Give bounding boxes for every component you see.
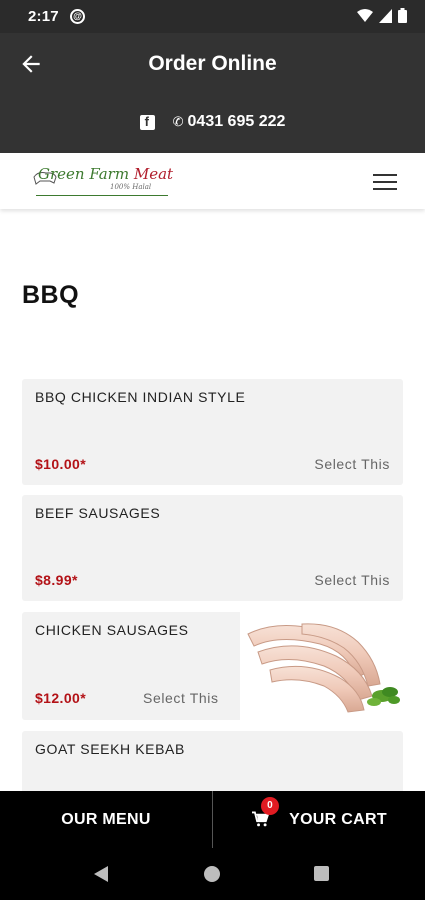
cart-count-badge: 0 [261,796,280,815]
product-name: BBQ CHICKEN INDIAN STYLE [35,389,246,405]
logo-text-green: Green Farm [38,165,134,183]
phone-link[interactable]: ✆ 0431 695 222 [173,113,286,131]
logo-underline [36,195,168,196]
status-icons [357,8,407,23]
sausages-image [240,612,403,720]
site-logo[interactable]: Green Farm Meat 100% Halal [32,163,173,199]
product-card[interactable]: CHICKEN SAUSAGES $12.00* Select This [22,612,403,720]
notification-icon: @ [70,9,85,24]
logo-text: Green Farm Meat [38,165,173,183]
bottom-action-bar: OUR MENU 0 YOUR CART [0,791,425,848]
logo-tagline: 100% Halal [110,183,152,191]
cart-icon: 0 [251,796,280,829]
phone-number: 0431 695 222 [187,113,286,130]
contact-row: ✆ 0431 695 222 [0,113,425,131]
product-name: BEEF SAUSAGES [35,505,161,521]
wifi-icon [357,8,373,22]
select-this-button[interactable]: Select This [314,456,390,472]
our-menu-button[interactable]: OUR MENU [0,791,213,848]
product-card[interactable]: GOAT SEEKH KEBAB [22,731,403,791]
nav-home-icon[interactable] [204,866,220,882]
site-header: Green Farm Meat 100% Halal [0,153,425,209]
our-menu-label: OUR MENU [61,810,151,828]
system-nav-bar [0,848,425,900]
phone-icon: ✆ [172,114,184,129]
product-card[interactable]: BBQ CHICKEN INDIAN STYLE $10.00* Select … [22,379,403,485]
product-name: GOAT SEEKH KEBAB [35,741,185,757]
status-time: 2:17 [28,8,59,25]
product-card[interactable]: BEEF SAUSAGES $8.99* Select This [22,495,403,601]
nav-recents-icon[interactable] [314,866,329,881]
hamburger-menu-icon[interactable] [373,174,397,190]
product-price: $8.99* [35,572,78,588]
category-title: BBQ [22,281,80,309]
signal-icon [379,8,392,23]
facebook-icon[interactable] [139,114,155,130]
your-cart-button[interactable]: 0 YOUR CART [213,791,425,848]
page-title: Order Online [148,52,277,75]
select-this-button[interactable]: Select This [143,690,219,706]
select-this-button[interactable]: Select This [314,572,390,588]
product-price: $12.00* [35,690,87,706]
status-bar: 2:17 @ [0,0,425,33]
product-image[interactable] [240,612,403,720]
product-name: CHICKEN SAUSAGES [35,622,189,638]
nav-back-icon[interactable] [94,866,108,882]
your-cart-label: YOUR CART [289,810,387,828]
web-content: Green Farm Meat 100% Halal BBQ BBQ CHICK… [0,153,425,791]
app-bar: Order Online ✆ 0431 695 222 [0,33,425,153]
product-price: $10.00* [35,456,87,472]
logo-text-red: Meat [133,165,174,183]
battery-icon [398,8,407,23]
